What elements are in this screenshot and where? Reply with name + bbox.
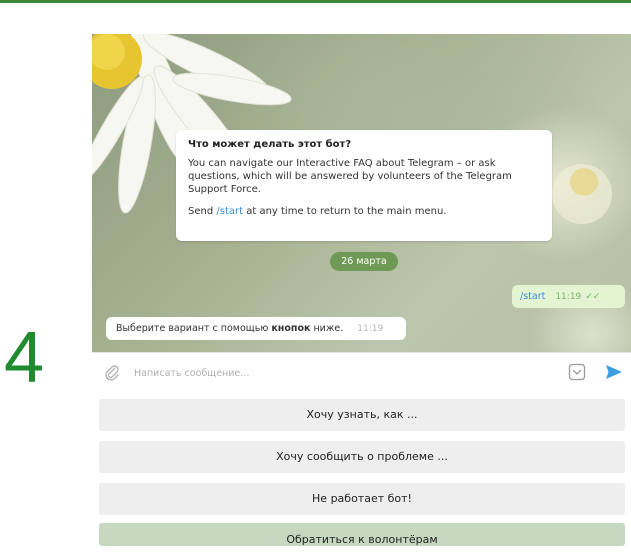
send-hint-suffix: at any time to return to the main menu. (243, 206, 447, 217)
read-ticks-icon: ✓✓ (585, 292, 601, 302)
keyboard-button-contact-volunteers[interactable]: Обратиться к волонтёрам (99, 523, 625, 546)
date-separator: 26 марта (330, 252, 398, 271)
bot-info-description: You can navigate our Interactive FAQ abo… (188, 158, 512, 195)
bot-info-send-hint: Send /start at any time to return to the… (188, 205, 542, 218)
send-hint-prefix: Send (188, 206, 217, 217)
top-divider (0, 0, 631, 3)
incoming-text-bold: кнопок (271, 323, 311, 334)
incoming-text-before: Выберите вариант с помощью (116, 323, 272, 334)
outgoing-message: /start 11:19 ✓✓ (512, 285, 625, 308)
keyboard-button-want-to-know[interactable]: Хочу узнать, как ... (99, 399, 625, 431)
message-composer (92, 352, 631, 391)
keyboard-button-report-problem[interactable]: Хочу сообщить о проблеме ... (99, 441, 625, 473)
step-number: 4 (4, 318, 45, 398)
outgoing-message-time: 11:19 (555, 292, 582, 302)
incoming-message-time: 11:19 (357, 324, 384, 334)
bot-info-bubble: Что может делать этот бот? You can navig… (176, 130, 552, 241)
start-command-link[interactable]: /start (216, 206, 243, 217)
send-icon[interactable] (604, 362, 624, 386)
keyboard-button-bot-not-working[interactable]: Не работает бот! (99, 483, 625, 515)
paperclip-icon[interactable] (104, 363, 120, 385)
bot-info-title: Что может делать этот бот? (188, 139, 352, 150)
outgoing-message-text[interactable]: /start (520, 291, 545, 302)
message-input[interactable] (132, 362, 516, 384)
incoming-message: Выберите вариант с помощью кнопок ниже. 1… (106, 317, 406, 340)
keyboard-icon[interactable] (568, 363, 586, 385)
incoming-text-after: ниже. (310, 323, 344, 334)
